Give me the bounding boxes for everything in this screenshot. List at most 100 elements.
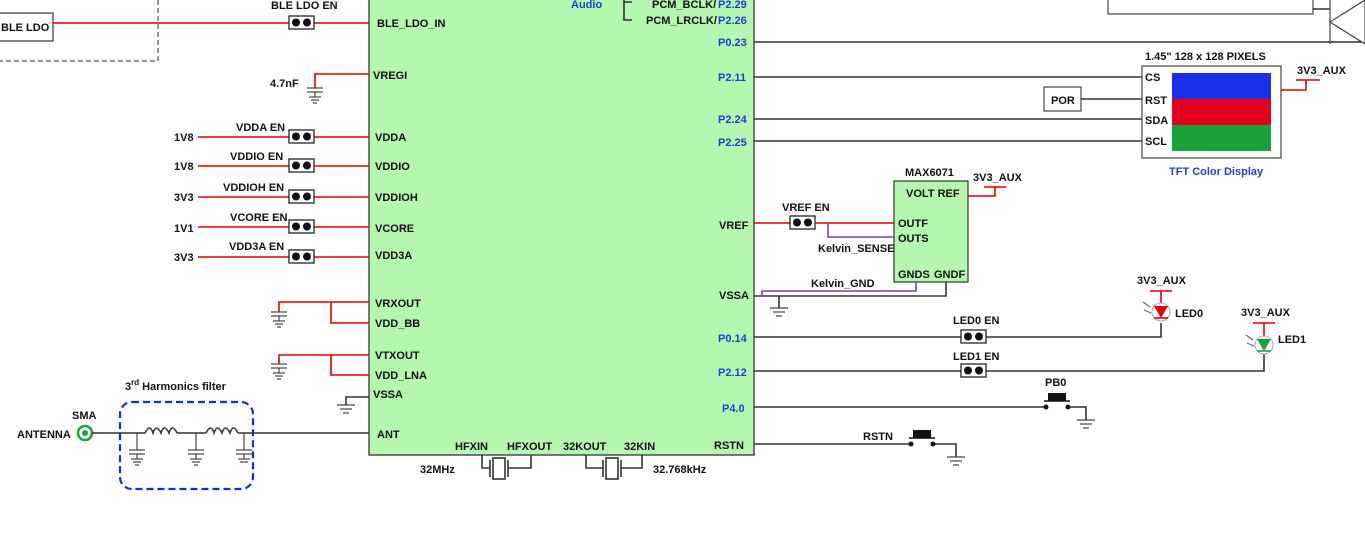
mcu-body <box>368 0 755 456</box>
pb0-button[interactable] <box>1043 393 1071 410</box>
rail-voltage: 3V3 <box>174 252 194 264</box>
filter-cap-1-symbol <box>129 433 145 466</box>
filter-inductor-1 <box>144 427 178 436</box>
led0-supply-label: 3V3_AUX <box>1137 275 1187 287</box>
led1-label: LED1 <box>1278 334 1306 346</box>
display-supply-label: 3V3_AUX <box>1297 65 1347 77</box>
pcm-lrclk-label: PCM_LRCLK/ <box>646 15 717 27</box>
top-right-triangle-symbol <box>1328 0 1365 45</box>
rail-voltage: 1V1 <box>174 223 194 235</box>
rail-vdda: 1V8 VDDA EN <box>174 122 369 144</box>
pin-vrxout: VRXOUT <box>375 298 421 310</box>
pin-hfxout: HFXOUT <box>507 441 553 453</box>
sma-label: SMA <box>72 410 97 422</box>
vref-pin-volt-ref: VOLT REF <box>906 188 960 200</box>
vref-supply-label: 3V3_AUX <box>973 172 1023 184</box>
pcm-bclk-pin: P2.29 <box>718 0 747 11</box>
cap-vregi-label: 4.7nF <box>270 78 299 90</box>
ble-ldo-en-label: BLE LDO EN <box>271 0 338 12</box>
vcore-en-jumper[interactable] <box>288 219 315 234</box>
display-stripe-green <box>1172 125 1271 151</box>
antenna-label: ANTENNA <box>17 429 71 441</box>
pin-p0-23: P0.23 <box>718 37 747 49</box>
vtxout-cap-ground-symbol <box>271 363 287 380</box>
rail-vddioh: 3V3 VDDIOH EN <box>174 182 369 204</box>
display-pin-cs: CS <box>1145 72 1160 84</box>
pb0-ground-symbol <box>1077 419 1095 429</box>
rstn-label: RSTN <box>863 431 893 443</box>
por-label: POR <box>1051 95 1075 107</box>
pb0-label: PB0 <box>1045 377 1066 389</box>
vref-pin-gndf: GNDF <box>934 269 965 281</box>
crystal-hf-label: 32MHz <box>420 464 455 476</box>
led0-en-jumper[interactable] <box>960 329 987 344</box>
rail-voltage: 3V3 <box>174 192 194 204</box>
vref-pin-gnds: GNDS <box>898 269 930 281</box>
rail-vddio: 1V8 VDDIO EN <box>174 151 369 173</box>
vddio-en-jumper[interactable] <box>288 158 315 173</box>
pin-p2-24: P2.24 <box>718 114 748 126</box>
pin-p0-14: P0.14 <box>718 333 748 345</box>
display-stripe-blue <box>1172 73 1271 99</box>
led1-en-jumper[interactable] <box>960 363 987 378</box>
led1-supply-label: 3V3_AUX <box>1241 307 1291 319</box>
top-right-component <box>1107 0 1314 15</box>
rail-jumper-label: VCORE EN <box>230 212 288 224</box>
kelvin-gnd-label: Kelvin_GND <box>811 278 875 290</box>
vddioh-en-jumper[interactable] <box>288 189 315 204</box>
vdd3a-en-jumper[interactable] <box>288 249 315 264</box>
led0-label: LED0 <box>1175 308 1203 320</box>
rail-jumper-label: VDDIOH EN <box>223 182 284 194</box>
pin-vcore: VCORE <box>375 223 414 235</box>
crystal-lf-label: 32.768kHz <box>653 464 707 476</box>
pin-rstn: RSTN <box>714 440 744 452</box>
sma-connector[interactable] <box>76 424 94 442</box>
vrxout-cap-ground-symbol <box>271 311 287 328</box>
led0-indicator <box>1142 301 1171 322</box>
pin-vddioh: VDDIOH <box>375 192 418 204</box>
vref-pin-outf: OUTF <box>898 218 928 230</box>
pin-vref: VREF <box>719 220 749 232</box>
rail-voltage: 1V8 <box>174 161 194 173</box>
led1-en-label: LED1 EN <box>953 351 1000 363</box>
rail-jumper-label: VDDIO EN <box>230 151 283 163</box>
led0-en-label: LED0 EN <box>953 315 1000 327</box>
schematic-canvas: BLE LDO BLE LDO EN Audio PCM_BCLK/ P2.29… <box>0 0 1365 491</box>
vdda-en-jumper[interactable] <box>288 129 315 144</box>
pin-p2-25: P2.25 <box>718 137 747 149</box>
rstn-ground-symbol <box>947 456 965 466</box>
harmonics-filter-label: 3rd Harmonics filter <box>125 378 227 393</box>
pin-vdd3a: VDD3A <box>375 250 412 262</box>
pin-vdd-lna: VDD_LNA <box>375 370 427 382</box>
display-pin-rst: RST <box>1145 95 1167 107</box>
vref-pin-outs: OUTS <box>898 233 929 245</box>
vssa-right-ground-symbol <box>770 307 788 317</box>
audio-label: Audio <box>571 0 602 11</box>
pin-p4-0: P4.0 <box>722 403 745 415</box>
pin-ant: ANT <box>377 429 400 441</box>
pin-32kin: 32KIN <box>624 441 655 453</box>
ble-ldo-en-jumper[interactable] <box>288 15 315 30</box>
pin-vregi: VREGI <box>373 70 407 82</box>
filter-cap-2-symbol <box>188 433 204 466</box>
pin-vdda: VDDA <box>375 132 406 144</box>
vref-en-jumper[interactable] <box>789 215 816 230</box>
display-title: 1.45" 128 x 128 PIXELS <box>1145 51 1266 63</box>
vssa-left-ground-symbol <box>337 404 355 414</box>
harmonics-filter-frame <box>118 400 255 491</box>
pin-hfxin: HFXIN <box>455 441 488 453</box>
vref-en-label: VREF EN <box>782 202 830 214</box>
pin-vddio: VDDIO <box>375 161 410 173</box>
vref-part-label: MAX6071 <box>905 167 954 179</box>
vregi-cap-ground-symbol <box>307 87 323 104</box>
rstn-button[interactable] <box>908 430 936 447</box>
filter-cap-3-symbol <box>236 433 252 463</box>
filter-inductor-2 <box>205 427 239 436</box>
display-pin-scl: SCL <box>1145 136 1167 148</box>
crystal-32mhz-symbol <box>481 455 532 480</box>
rail-vcore: 1V1 VCORE EN <box>174 212 369 235</box>
crystal-32khz-symbol <box>585 455 643 480</box>
pin-vdd-bb: VDD_BB <box>375 318 420 330</box>
pcm-bclk-label: PCM_BCLK/ <box>652 0 716 11</box>
pcm-lrclk-pin: P2.26 <box>718 15 747 27</box>
